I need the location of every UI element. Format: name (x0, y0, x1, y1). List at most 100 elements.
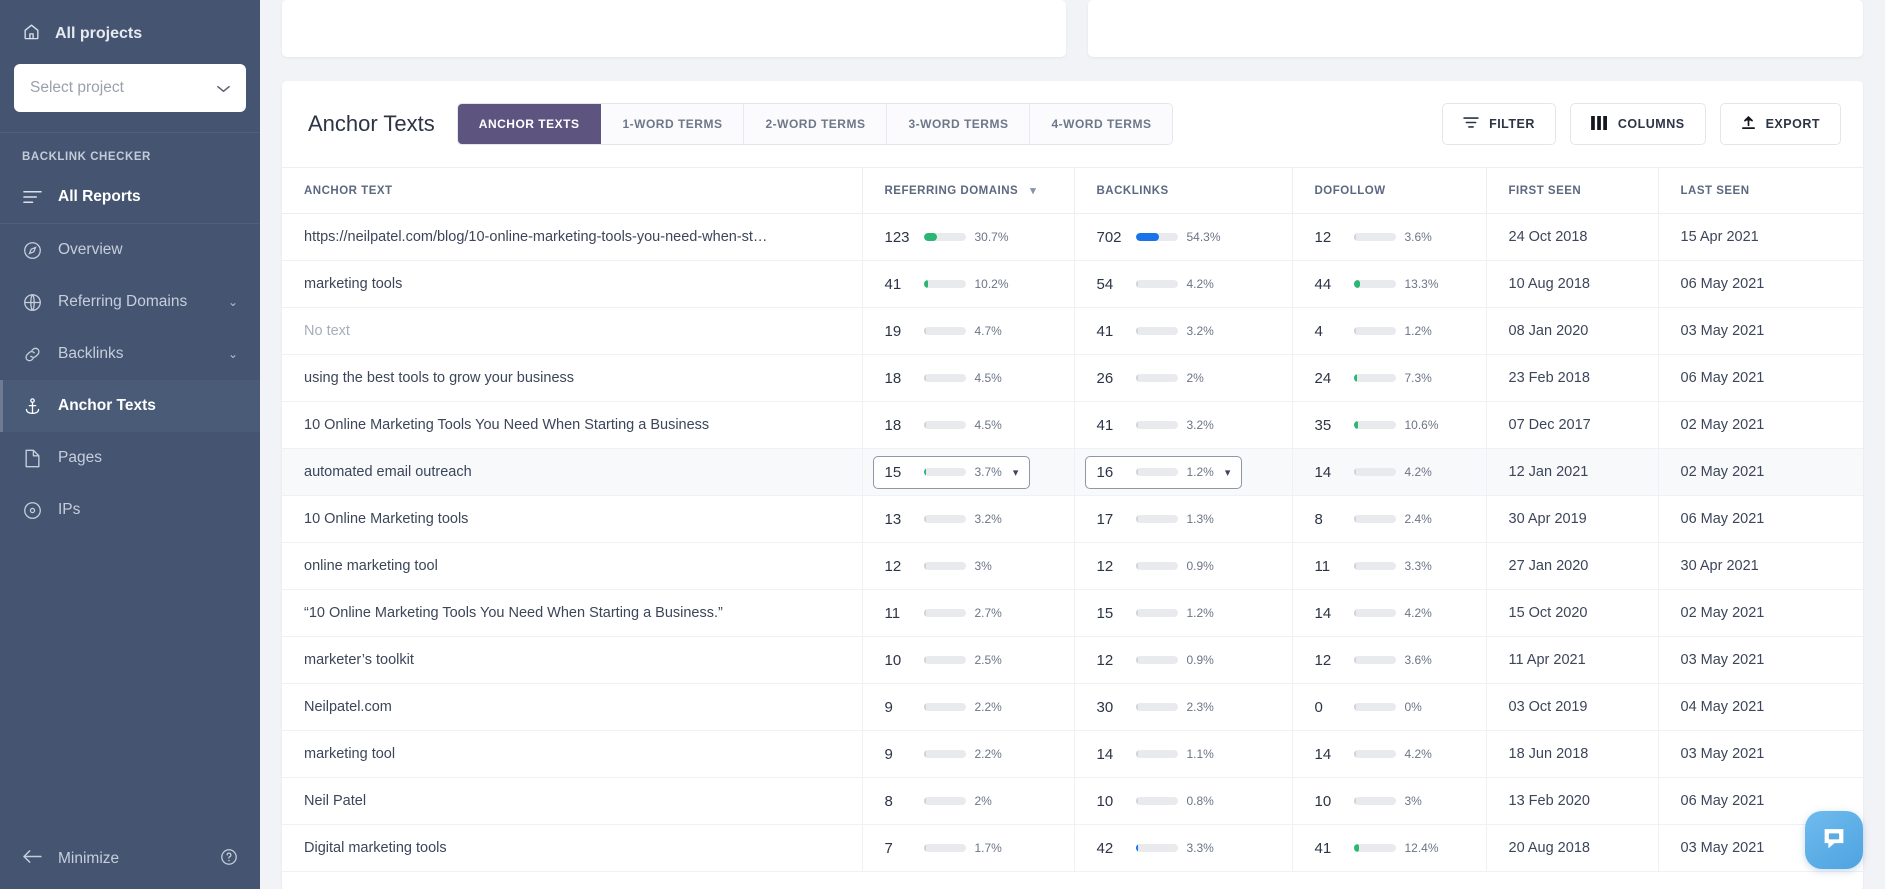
sidebar-item-backlinks[interactable]: Backlinks ⌄ (0, 328, 260, 380)
chevron-down-icon[interactable]: ▾ (1225, 466, 1231, 479)
col-last-seen[interactable]: LAST SEEN (1657, 167, 1863, 214)
cell-anchor-text[interactable]: 10 Online Marketing Tools You Need When … (282, 401, 862, 449)
cell-referring-domains[interactable]: 9 2.2% (861, 683, 1074, 731)
sidebar-item-referring-domains[interactable]: Referring Domains ⌄ (0, 276, 260, 328)
cell-dofollow[interactable]: 11 3.3% (1291, 542, 1486, 590)
cell-referring-domains[interactable]: 11 2.7% (861, 589, 1074, 637)
cell-backlinks[interactable]: 14 1.1% (1073, 730, 1292, 778)
cell-anchor-text[interactable]: marketer’s toolkit (282, 636, 862, 684)
table-row[interactable]: automated email outreach 15 3.7% ▾ 16 1.2% ▾ 14… (282, 448, 1863, 496)
table-row[interactable]: Neilpatel.com 9 2.2% 30 2.3% 0 0% 03 Oct 2019 04… (282, 683, 1863, 731)
cell-backlinks[interactable]: 12 0.9% (1073, 542, 1292, 590)
cell-referring-domains[interactable]: 18 4.5% (861, 401, 1074, 449)
tab-2-word-terms[interactable]: 2-WORD TERMS (744, 104, 888, 144)
tab-anchor-texts[interactable]: ANCHOR TEXTS (457, 104, 602, 144)
cell-referring-domains[interactable]: 9 2.2% (861, 730, 1074, 778)
cell-referring-domains[interactable]: 8 2% (861, 777, 1074, 825)
cell-referring-domains[interactable]: 13 3.2% (861, 495, 1074, 543)
cell-referring-domains[interactable]: 12 3% (861, 542, 1074, 590)
cell-anchor-text[interactable]: 10 Online Marketing tools (282, 495, 862, 543)
cell-referring-domains[interactable]: 123 30.7% (861, 213, 1074, 261)
sidebar-item-overview[interactable]: Overview (0, 224, 260, 276)
chat-widget-button[interactable] (1805, 811, 1863, 869)
referring-domains-metric[interactable]: 15 3.7% ▾ (872, 455, 1031, 489)
cell-backlinks[interactable]: 26 2% (1073, 354, 1292, 402)
sidebar-item-pages[interactable]: Pages (0, 432, 260, 484)
tab-3-word-terms[interactable]: 3-WORD TERMS (887, 104, 1031, 144)
col-anchor-text[interactable]: ANCHOR TEXT (282, 167, 862, 214)
table-row[interactable]: Digital marketing tools 7 1.7% 42 3.3% 41 12.4… (282, 824, 1863, 872)
cell-backlinks[interactable]: 10 0.8% (1073, 777, 1292, 825)
tab-4-word-terms[interactable]: 4-WORD TERMS (1030, 104, 1173, 144)
cell-dofollow[interactable]: 35 10.6% (1291, 401, 1486, 449)
project-select[interactable]: Select project (14, 64, 246, 112)
cell-referring-domains[interactable]: 7 1.7% (861, 824, 1074, 872)
chevron-down-icon[interactable]: ⌄ (228, 347, 238, 361)
cell-anchor-text[interactable]: No text (282, 307, 862, 355)
cell-dofollow[interactable]: 8 2.4% (1291, 495, 1486, 543)
cell-anchor-text[interactable]: “10 Online Marketing Tools You Need When… (282, 589, 862, 637)
cell-backlinks[interactable]: 41 3.2% (1073, 401, 1292, 449)
filter-button[interactable]: FILTER (1442, 103, 1556, 145)
table-row[interactable]: “10 Online Marketing Tools You Need When… (282, 589, 1863, 637)
cell-backlinks[interactable]: 42 3.3% (1073, 824, 1292, 872)
cell-backlinks[interactable]: 16 1.2% ▾ (1073, 448, 1292, 496)
backlinks-metric[interactable]: 16 1.2% ▾ (1084, 455, 1243, 489)
cell-anchor-text[interactable]: Neil Patel (282, 777, 862, 825)
cell-dofollow[interactable]: 14 4.2% (1291, 448, 1486, 496)
export-button[interactable]: EXPORT (1719, 103, 1841, 145)
minimize-button[interactable]: Minimize (0, 829, 260, 889)
cell-backlinks[interactable]: 30 2.3% (1073, 683, 1292, 731)
cell-dofollow[interactable]: 44 13.3% (1291, 260, 1486, 308)
sidebar-item-ips[interactable]: IPs (0, 484, 260, 536)
cell-referring-domains[interactable]: 10 2.5% (861, 636, 1074, 684)
cell-referring-domains[interactable]: 15 3.7% ▾ (861, 448, 1074, 496)
table-row[interactable]: No text 19 4.7% 41 3.2% 4 1.2% 08 Jan 2020 03 Ma… (282, 307, 1863, 355)
cell-dofollow[interactable]: 0 0% (1291, 683, 1486, 731)
help-icon[interactable] (220, 848, 238, 871)
cell-referring-domains[interactable]: 19 4.7% (861, 307, 1074, 355)
tab-1-word-terms[interactable]: 1-WORD TERMS (601, 104, 745, 144)
cell-dofollow[interactable]: 10 3% (1291, 777, 1486, 825)
cell-referring-domains[interactable]: 41 10.2% (861, 260, 1074, 308)
table-row[interactable]: using the best tools to grow your busine… (282, 354, 1863, 402)
cell-dofollow[interactable]: 12 3.6% (1291, 213, 1486, 261)
chevron-down-icon[interactable]: ▾ (1013, 466, 1019, 479)
col-first-seen[interactable]: FIRST SEEN (1485, 167, 1658, 214)
sidebar-item-anchor-texts[interactable]: Anchor Texts (0, 380, 260, 432)
cell-backlinks[interactable]: 15 1.2% (1073, 589, 1292, 637)
cell-dofollow[interactable]: 14 4.2% (1291, 730, 1486, 778)
table-row[interactable]: marketer’s toolkit 10 2.5% 12 0.9% 12 3.6% 11 A… (282, 636, 1863, 684)
cell-anchor-text[interactable]: Neilpatel.com (282, 683, 862, 731)
all-projects-link[interactable]: All projects (0, 14, 260, 60)
cell-anchor-text[interactable]: https://neilpatel.com/blog/10-online-mar… (282, 213, 862, 261)
cell-anchor-text[interactable]: online marketing tool (282, 542, 862, 590)
sort-desc-icon[interactable]: ▾ (1030, 184, 1036, 197)
chevron-down-icon[interactable]: ⌄ (228, 295, 238, 309)
cell-backlinks[interactable]: 17 1.3% (1073, 495, 1292, 543)
col-referring-domains[interactable]: REFERRING DOMAINS ▾ (861, 167, 1074, 214)
table-row[interactable]: online marketing tool 12 3% 12 0.9% 11 3.3% 27 … (282, 542, 1863, 590)
cell-dofollow[interactable]: 41 12.4% (1291, 824, 1486, 872)
cell-anchor-text[interactable]: automated email outreach (282, 448, 862, 496)
cell-dofollow[interactable]: 12 3.6% (1291, 636, 1486, 684)
cell-backlinks[interactable]: 41 3.2% (1073, 307, 1292, 355)
table-row[interactable]: marketing tools 41 10.2% 54 4.2% 44 13.3% 10 Au… (282, 260, 1863, 308)
table-row[interactable]: 10 Online Marketing tools 13 3.2% 17 1.3% 8 2.… (282, 495, 1863, 543)
col-backlinks[interactable]: BACKLINKS (1073, 167, 1292, 214)
table-row[interactable]: Neil Patel 8 2% 10 0.8% 10 3% 13 Feb 2020 06 May… (282, 777, 1863, 825)
cell-dofollow[interactable]: 24 7.3% (1291, 354, 1486, 402)
cell-backlinks[interactable]: 702 54.3% (1073, 213, 1292, 261)
table-row[interactable]: marketing tool 9 2.2% 14 1.1% 14 4.2% 18 Jun 20… (282, 730, 1863, 778)
cell-anchor-text[interactable]: using the best tools to grow your busine… (282, 354, 862, 402)
columns-button[interactable]: COLUMNS (1569, 103, 1706, 145)
cell-anchor-text[interactable]: Digital marketing tools (282, 824, 862, 872)
table-row[interactable]: https://neilpatel.com/blog/10-online-mar… (282, 213, 1863, 261)
sidebar-item-all-reports[interactable]: All Reports (0, 171, 260, 223)
table-row[interactable]: 10 Online Marketing Tools You Need When … (282, 401, 1863, 449)
col-dofollow[interactable]: DOFOLLOW (1291, 167, 1486, 214)
cell-backlinks[interactable]: 54 4.2% (1073, 260, 1292, 308)
cell-anchor-text[interactable]: marketing tools (282, 260, 862, 308)
cell-anchor-text[interactable]: marketing tool (282, 730, 862, 778)
cell-referring-domains[interactable]: 18 4.5% (861, 354, 1074, 402)
